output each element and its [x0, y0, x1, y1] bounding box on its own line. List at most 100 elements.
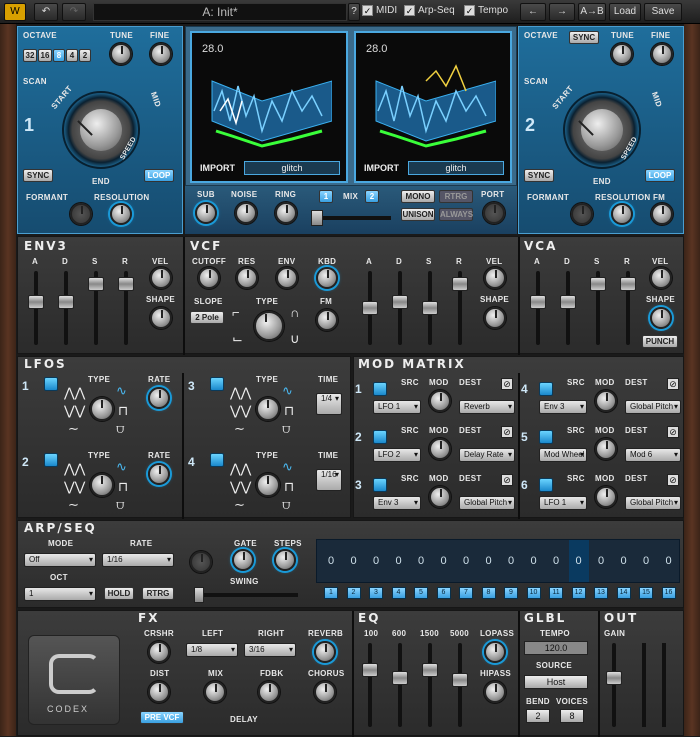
mod-dest-select[interactable]: Mod 6 — [625, 448, 681, 462]
clear-icon[interactable]: ⊘ — [501, 378, 513, 390]
tempo-value[interactable]: 120.0 — [524, 641, 588, 655]
distortion-knob[interactable] — [148, 681, 170, 703]
tempo-checkbox[interactable]: ✓ Tempo — [464, 5, 508, 16]
filter-type-knob[interactable] — [254, 311, 284, 341]
lfo-3-time-select[interactable]: 1/4 — [316, 393, 342, 415]
seq-step-button[interactable]: 2 — [346, 587, 361, 599]
arpseq-checkbox[interactable]: ✓ Arp-Seq — [404, 5, 455, 16]
filter-env-knob[interactable] — [276, 267, 298, 289]
ring-knob[interactable] — [275, 202, 297, 224]
cutoff-knob[interactable] — [198, 267, 220, 289]
seq-step-button[interactable]: 3 — [369, 587, 383, 599]
mod-source-select[interactable]: LFO 1 — [539, 496, 587, 510]
clear-icon[interactable]: ⊘ — [667, 378, 679, 390]
clear-icon[interactable]: ⊘ — [501, 474, 513, 486]
bend-value[interactable]: 2 — [526, 709, 550, 723]
seq-step-button[interactable]: 8 — [481, 587, 496, 599]
clear-icon[interactable]: ⊘ — [501, 426, 513, 438]
lfo-4-time-select[interactable]: 1/16 — [316, 469, 342, 491]
arp-octave-select[interactable]: 1 — [24, 587, 96, 601]
seq-step-value[interactable]: 0 — [636, 540, 656, 582]
eq-1500-fader[interactable] — [422, 643, 438, 727]
delay-right-select[interactable]: 3/16 — [244, 643, 296, 657]
hold-button[interactable]: HOLD — [104, 587, 134, 600]
lfo-1-rate-knob[interactable] — [148, 387, 170, 409]
delay-mix-knob[interactable] — [204, 681, 226, 703]
clear-icon[interactable]: ⊘ — [667, 474, 679, 486]
loop-button[interactable]: LOOP — [645, 169, 675, 182]
source-select[interactable]: Host — [524, 675, 588, 689]
retrigger-button[interactable]: RTRG — [439, 190, 473, 203]
prev-preset-icon[interactable]: ← — [520, 3, 546, 21]
seq-step-value[interactable]: 0 — [411, 540, 431, 582]
sync-button[interactable]: SYNC — [524, 169, 554, 182]
punch-button[interactable]: PUNCH — [642, 335, 678, 348]
mod-dest-select[interactable]: Delay Rate — [459, 448, 515, 462]
octave-32[interactable]: 32 — [23, 49, 37, 62]
resolution-knob[interactable] — [611, 203, 633, 225]
seq-step-button[interactable]: 11 — [549, 587, 563, 599]
mod-source-select[interactable]: LFO 2 — [373, 448, 421, 462]
vcf-decay-fader[interactable] — [392, 271, 408, 345]
lfo-2-type-knob[interactable] — [90, 473, 114, 497]
tune-knob[interactable] — [611, 43, 633, 65]
lfo-3-type-knob[interactable] — [256, 397, 280, 421]
seq-step-button[interactable]: 4 — [391, 587, 406, 599]
vcf-shape-knob[interactable] — [484, 307, 506, 329]
seq-step-value[interactable]: 0 — [366, 540, 386, 582]
arp-aux-knob[interactable] — [190, 551, 212, 573]
mod-source-select[interactable]: Mod Wheel — [539, 448, 587, 462]
seq-step-button[interactable]: 12 — [571, 587, 586, 599]
resonance-knob[interactable] — [236, 267, 258, 289]
mod-dest-select[interactable]: Global Pitch — [625, 496, 681, 510]
lfo-1-type-knob[interactable] — [90, 397, 114, 421]
mod-dest-select[interactable]: Global Pitch — [625, 400, 681, 414]
wavetable-1-select[interactable]: glitch — [244, 161, 340, 175]
octave-2[interactable]: 2 — [79, 49, 91, 62]
octave-16[interactable]: 16 — [38, 49, 52, 62]
vca-decay-fader[interactable] — [560, 271, 576, 345]
env3-velocity-knob[interactable] — [150, 267, 172, 289]
resolution-knob[interactable] — [110, 203, 132, 225]
portamento-knob[interactable] — [483, 202, 505, 224]
vca-release-fader[interactable] — [620, 271, 636, 345]
env3-release-fader[interactable] — [118, 271, 134, 345]
arp-rate-select[interactable]: 1/16 — [102, 553, 174, 567]
vca-shape-knob[interactable] — [650, 307, 672, 329]
slope-selector[interactable]: 2 Pole — [190, 311, 224, 324]
crusher-knob[interactable] — [148, 641, 170, 663]
seq-step-value[interactable]: 0 — [434, 540, 454, 582]
formant-knob[interactable] — [571, 203, 593, 225]
gate-knob[interactable] — [232, 549, 254, 571]
unison-button[interactable]: UNISON — [401, 208, 435, 221]
seq-step-value[interactable]: 0 — [568, 540, 589, 582]
kbd-knob[interactable] — [316, 267, 338, 289]
vcf-release-fader[interactable] — [452, 271, 468, 345]
always-button[interactable]: ALWAYS — [439, 208, 473, 221]
seq-step-value[interactable]: 0 — [614, 540, 634, 582]
noise-knob[interactable] — [235, 202, 257, 224]
env3-sustain-fader[interactable] — [88, 271, 104, 345]
seq-step-button[interactable]: 9 — [504, 587, 518, 599]
arp-retrigger-button[interactable]: RTRG — [142, 587, 174, 600]
mod-amount-knob[interactable] — [429, 438, 451, 460]
mod-slot-enable[interactable] — [539, 430, 553, 444]
seq-step-button[interactable]: 13 — [594, 587, 608, 599]
scan-speed-knob[interactable] — [563, 91, 641, 169]
seq-step-value[interactable]: 0 — [501, 540, 521, 582]
fm-knob[interactable] — [651, 203, 673, 225]
mod-amount-knob[interactable] — [595, 438, 617, 460]
seq-step-button[interactable]: 7 — [459, 587, 473, 599]
undo-icon[interactable]: ↶ — [34, 3, 58, 21]
seq-step-value[interactable]: 0 — [321, 540, 341, 582]
redo-icon[interactable]: ↷ — [62, 3, 86, 21]
seq-step-value[interactable]: 0 — [524, 540, 544, 582]
seq-step-button[interactable]: 5 — [414, 587, 428, 599]
clear-icon[interactable]: ⊘ — [667, 426, 679, 438]
lfo-1-enable[interactable] — [44, 377, 58, 391]
seq-step-value[interactable]: 0 — [456, 540, 476, 582]
fine-knob[interactable] — [651, 43, 673, 65]
env3-shape-knob[interactable] — [150, 307, 172, 329]
vcf-attack-fader[interactable] — [362, 271, 378, 345]
lfo-2-enable[interactable] — [44, 453, 58, 467]
